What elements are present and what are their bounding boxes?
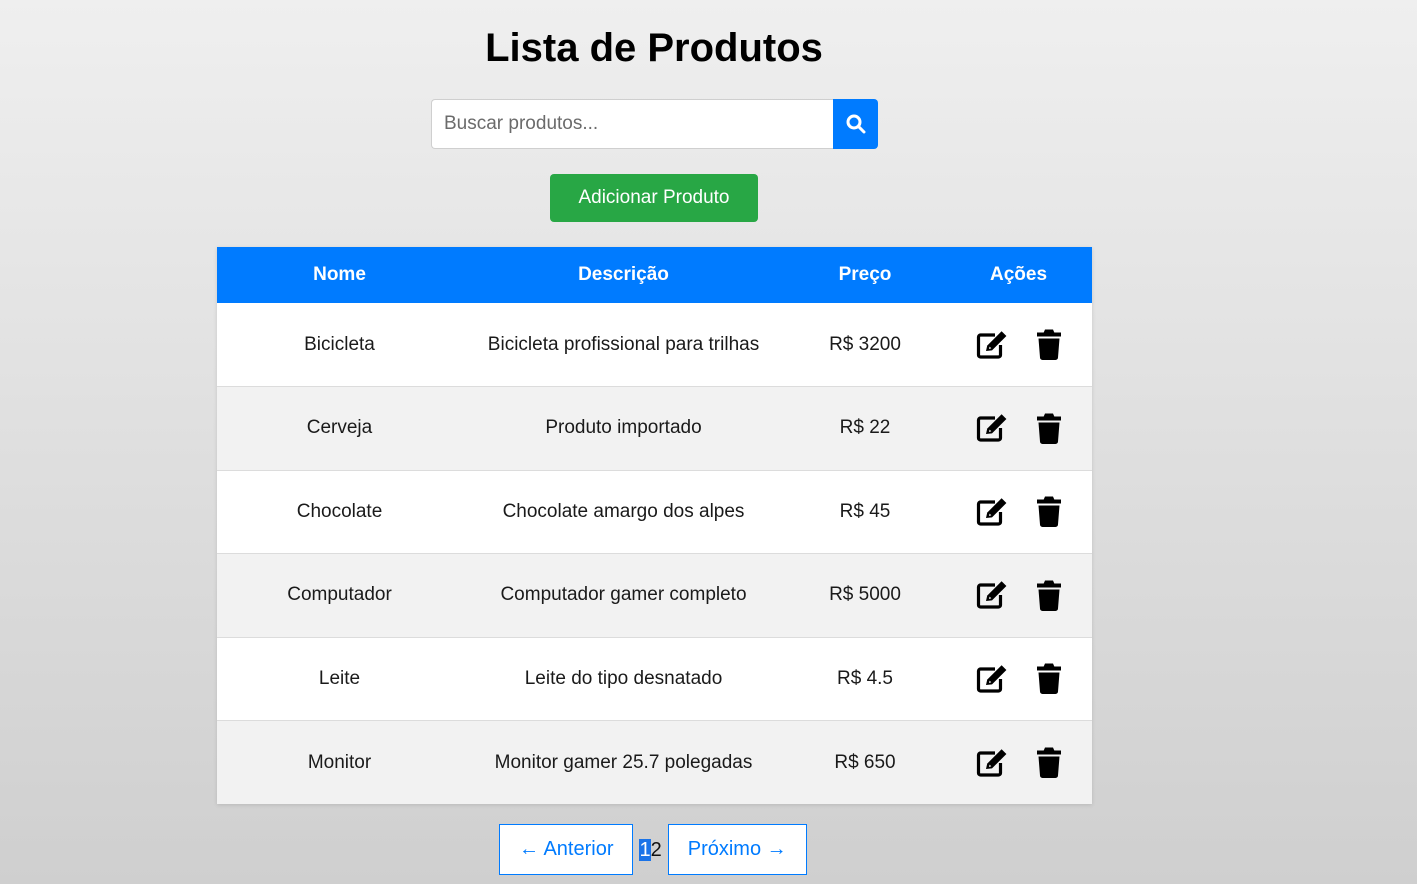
page-number-2[interactable]: 2 <box>651 839 662 861</box>
product-actions <box>945 303 1092 387</box>
next-page-button[interactable]: Próximo → <box>667 824 807 875</box>
header-description: Descrição <box>578 264 669 285</box>
product-actions <box>945 470 1092 554</box>
add-product-button[interactable]: Adicionar Produto <box>550 174 758 222</box>
table-row: Cerveja Produto importado R$ 22 <box>217 386 1092 471</box>
product-price: R$ 5000 <box>829 584 901 606</box>
table-header-row: Nome Descrição Preço Ações <box>217 247 1092 303</box>
product-actions <box>945 721 1092 805</box>
product-name: Bicicleta <box>304 333 375 355</box>
table-row: Chocolate Chocolate amargo dos alpes R$ … <box>217 470 1092 554</box>
page-number-1[interactable]: 1 <box>639 838 651 861</box>
edit-icon <box>976 497 1006 526</box>
search-button[interactable] <box>833 99 878 149</box>
previous-page-button[interactable]: ← Anterior <box>499 824 634 875</box>
edit-icon <box>976 581 1006 609</box>
products-table-container: Nome Descrição Preço Ações Bicicleta Bic… <box>217 247 1092 804</box>
edit-icon <box>976 664 1006 693</box>
edit-button[interactable] <box>976 497 1008 526</box>
edit-button[interactable] <box>976 581 1008 609</box>
product-price: R$ 4.5 <box>837 667 893 689</box>
header-name: Nome <box>313 264 366 285</box>
product-actions <box>945 554 1092 638</box>
table-row: Computador Computador gamer completo R$ … <box>217 553 1092 638</box>
page-numbers: 12 <box>639 838 662 861</box>
product-price: R$ 650 <box>834 751 896 773</box>
delete-button[interactable] <box>1036 580 1062 611</box>
edit-button[interactable] <box>976 330 1008 359</box>
trash-icon <box>1036 329 1061 360</box>
product-name: Leite <box>318 667 361 689</box>
product-name: Monitor <box>307 751 372 773</box>
trash-icon <box>1036 663 1061 695</box>
edit-button[interactable] <box>976 664 1008 693</box>
edit-icon <box>976 414 1006 442</box>
search-bar <box>431 99 878 149</box>
trash-icon <box>1036 580 1061 611</box>
trash-icon <box>1036 413 1061 444</box>
page-title: Lista de Produtos <box>485 26 823 70</box>
product-description: Chocolate amargo dos alpes <box>502 500 745 522</box>
delete-button[interactable] <box>1036 496 1062 528</box>
edit-button[interactable] <box>976 414 1008 442</box>
products-table: Nome Descrição Preço Ações Bicicleta Bic… <box>217 247 1092 804</box>
edit-icon <box>976 330 1006 359</box>
product-description: Produto importado <box>545 417 702 439</box>
header-actions: Ações <box>989 264 1048 285</box>
table-row: Monitor Monitor gamer 25.7 polegadas R$ … <box>217 720 1092 805</box>
product-name: Computador <box>287 584 392 606</box>
delete-button[interactable] <box>1036 413 1062 444</box>
product-price: R$ 22 <box>839 417 891 439</box>
search-icon <box>846 114 865 134</box>
product-description: Leite do tipo desnatado <box>524 667 723 689</box>
product-description: Computador gamer completo <box>500 584 747 606</box>
product-actions <box>945 637 1092 721</box>
product-price: R$ 45 <box>839 500 891 522</box>
product-description: Bicicleta profissional para trilhas <box>487 333 760 355</box>
edit-button[interactable] <box>976 748 1008 777</box>
delete-button[interactable] <box>1036 747 1062 778</box>
delete-button[interactable] <box>1036 329 1062 360</box>
edit-icon <box>976 748 1006 777</box>
trash-icon <box>1036 496 1061 528</box>
header-price: Preço <box>838 264 892 285</box>
table-row: Leite Leite do tipo desnatado R$ 4.5 <box>217 637 1092 721</box>
delete-button[interactable] <box>1036 663 1062 695</box>
trash-icon <box>1036 747 1061 778</box>
product-actions <box>945 387 1092 471</box>
table-row: Bicicleta Bicicleta profissional para tr… <box>217 303 1092 387</box>
product-price: R$ 3200 <box>829 333 901 355</box>
product-description: Monitor gamer 25.7 polegadas <box>494 751 753 773</box>
product-name: Chocolate <box>296 500 383 522</box>
product-name: Cerveja <box>306 417 373 439</box>
pagination: ← Anterior 12 Próximo → <box>499 824 807 875</box>
search-input[interactable] <box>431 99 833 149</box>
